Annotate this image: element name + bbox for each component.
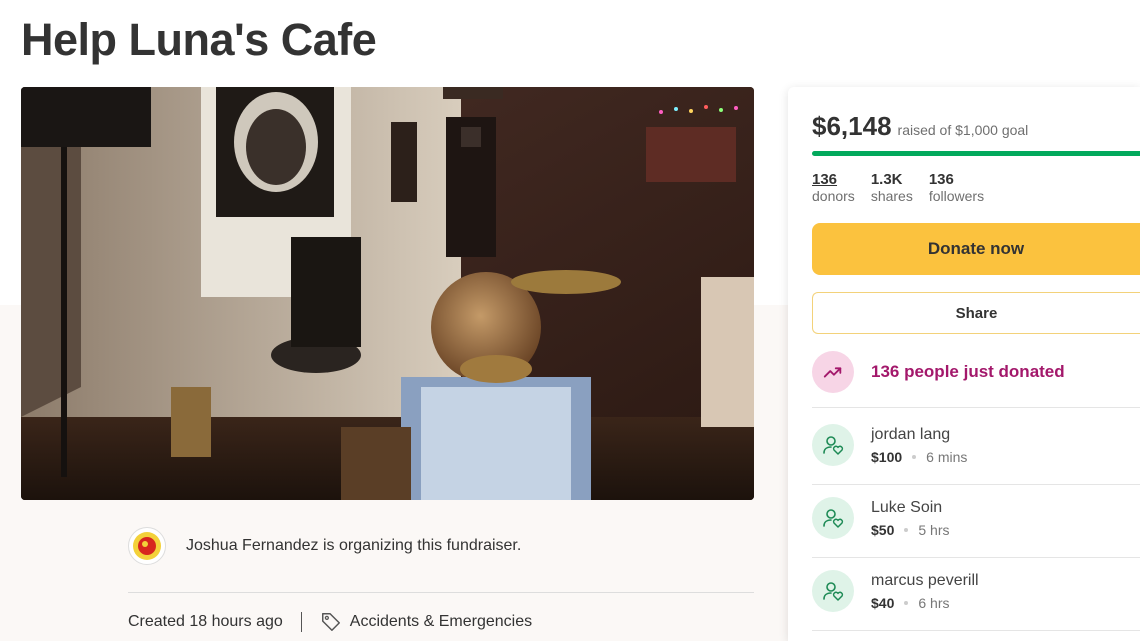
raised-summary: $6,148 raised of $1,000 goal (812, 111, 1028, 142)
stat-donors-label: donors (812, 188, 855, 204)
donor-amount: $50 (871, 522, 895, 538)
page-title: Help Luna's Cafe (21, 14, 377, 65)
campaign-meta: Created 18 hours ago Accidents & Emergen… (128, 611, 532, 633)
donor-detail: $40 6 hrs (871, 595, 979, 611)
share-button[interactable]: Share (812, 292, 1140, 334)
meta-separator (300, 612, 302, 632)
trending-row: 136 people just donated (812, 351, 1065, 393)
trending-up-icon (812, 351, 854, 393)
category-link[interactable]: Accidents & Emergencies (350, 613, 532, 631)
stat-followers: 136 followers (929, 171, 984, 205)
stat-donors-value[interactable]: 136 (812, 171, 855, 188)
created-time: Created 18 hours ago (128, 613, 283, 630)
donor-amount: $100 (871, 449, 903, 465)
donor-heart-icon (812, 570, 854, 612)
divider (812, 630, 1140, 631)
donor-name: marcus peverill (871, 572, 979, 589)
donor-heart-icon (812, 424, 854, 466)
dot-separator (904, 601, 909, 605)
stat-shares-label: shares (870, 188, 913, 204)
raised-goal: raised of $1,000 goal (897, 122, 1029, 138)
donor-heart-icon (812, 497, 854, 539)
raised-amount: $6,148 (812, 111, 892, 141)
donation-item: jordan lang $100 6 mins (812, 424, 967, 466)
donor-time: 5 hrs (918, 522, 950, 538)
stats-row: 136 donors 1.3K shares 136 followers (812, 171, 1000, 205)
donor-detail: $50 5 hrs (871, 522, 949, 538)
stat-followers-label: followers (928, 188, 985, 204)
donor-name: Luke Soin (871, 499, 943, 516)
divider (812, 557, 1140, 558)
organizer-avatar[interactable] (128, 527, 166, 565)
donation-item: Luke Soin $50 5 hrs (812, 497, 949, 539)
tag-icon (321, 613, 340, 631)
donation-sidebar: $6,148 raised of $1,000 goal 136 donors … (788, 87, 1140, 641)
trending-text: 136 people just donated (871, 362, 1065, 381)
stat-shares: 1.3K shares (871, 171, 913, 205)
donor-name: jordan lang (871, 426, 951, 443)
campaign-photo[interactable] (21, 87, 754, 500)
organizer-text: Joshua Fernandez is organizing this fund… (186, 537, 522, 554)
progress-bar (812, 151, 1140, 156)
donor-time: 6 mins (926, 449, 968, 465)
donor-detail: $100 6 mins (871, 449, 967, 465)
donor-info: marcus peverill $40 6 hrs (871, 571, 979, 611)
donate-button[interactable]: Donate now (812, 223, 1140, 275)
stat-shares-value: 1.3K (870, 171, 903, 188)
donor-info: jordan lang $100 6 mins (871, 425, 967, 465)
dot-separator (912, 455, 917, 459)
divider (812, 407, 1140, 408)
donor-amount: $40 (871, 595, 895, 611)
stat-donors[interactable]: 136 donors (812, 171, 855, 205)
stat-followers-value: 136 (928, 171, 954, 188)
donation-item: marcus peverill $40 6 hrs (812, 570, 979, 612)
organizer-row: Joshua Fernandez is organizing this fund… (128, 526, 754, 566)
dot-separator (904, 528, 909, 532)
divider (128, 592, 754, 593)
divider (812, 484, 1140, 485)
progress-fill (812, 151, 1140, 156)
donor-time: 6 hrs (918, 595, 950, 611)
donor-info: Luke Soin $50 5 hrs (871, 498, 949, 538)
